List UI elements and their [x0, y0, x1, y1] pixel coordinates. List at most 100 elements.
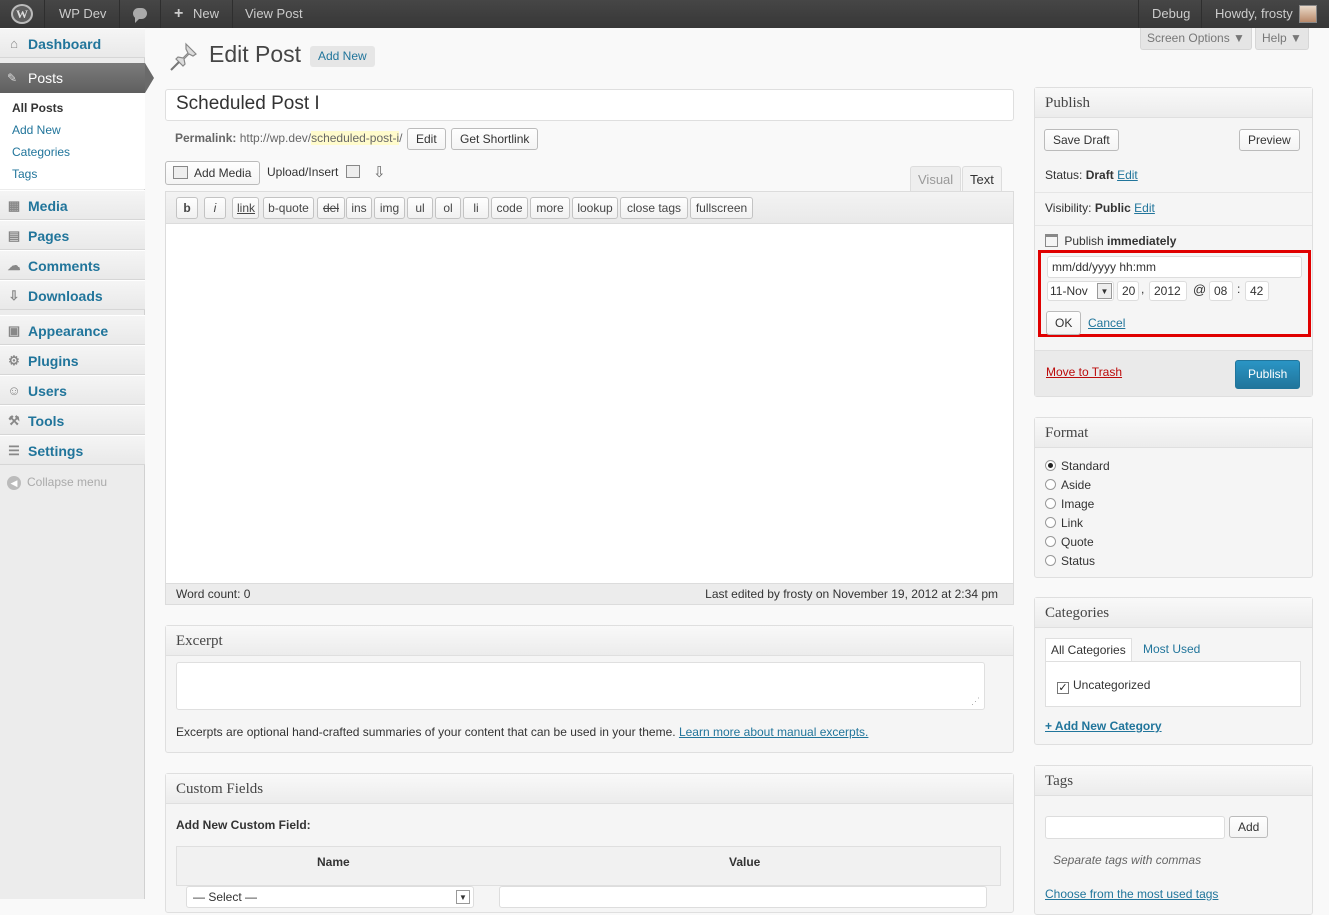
qt-close-tags-button[interactable]: close tags — [620, 197, 688, 219]
format-title[interactable]: Format — [1035, 418, 1312, 448]
save-draft-button[interactable]: Save Draft — [1044, 129, 1119, 151]
content-textarea[interactable] — [166, 225, 1013, 582]
qt-more-button[interactable]: more — [530, 197, 570, 219]
format-option-standard[interactable]: Standard — [1045, 457, 1110, 476]
menu-media[interactable]: ▦ Media — [0, 190, 145, 220]
menu-downloads[interactable]: ⇩ Downloads — [0, 280, 145, 310]
learn-more-link[interactable]: Learn more about manual excerpts. — [679, 725, 868, 739]
qt-ul-button[interactable]: ul — [407, 197, 433, 219]
menu-plugins[interactable]: ⚙ Plugins — [0, 345, 145, 375]
tab-visual[interactable]: Visual — [910, 166, 962, 192]
collapse-menu-button[interactable]: ◀ Collapse menu — [7, 475, 107, 490]
format-option-image[interactable]: Image — [1045, 495, 1110, 514]
qt-link-button[interactable]: link — [232, 197, 259, 219]
qt-blockquote-button[interactable]: b-quote — [263, 197, 314, 219]
qt-del-button[interactable]: del — [317, 197, 345, 219]
category-item[interactable]: ✓ Uncategorized — [1057, 678, 1150, 694]
comments-icon[interactable] — [133, 8, 147, 23]
edit-permalink-button[interactable]: Edit — [407, 128, 446, 150]
tab-text[interactable]: Text — [962, 166, 1002, 192]
radio-button[interactable] — [1045, 555, 1056, 566]
categories-title[interactable]: Categories — [1035, 598, 1312, 628]
format-label: Standard — [1061, 459, 1110, 473]
date-format-input[interactable]: mm/dd/yyyy hh:mm — [1047, 256, 1302, 278]
qt-fullscreen-button[interactable]: fullscreen — [690, 197, 753, 219]
help-button[interactable]: Help ▼ — [1255, 28, 1309, 50]
submenu-categories[interactable]: Categories — [12, 145, 70, 159]
hour-input[interactable]: 08 — [1209, 281, 1233, 301]
radio-button[interactable] — [1045, 479, 1056, 490]
format-label: Link — [1061, 516, 1084, 530]
qt-ol-button[interactable]: ol — [435, 197, 461, 219]
debug-link[interactable]: Debug — [1152, 0, 1190, 28]
format-option-aside[interactable]: Aside — [1045, 476, 1110, 495]
avatar[interactable] — [1299, 5, 1317, 23]
tags-title[interactable]: Tags — [1035, 766, 1312, 796]
qt-bold-button[interactable]: b — [176, 197, 198, 219]
format-option-status[interactable]: Status — [1045, 552, 1110, 571]
custom-field-value-input[interactable] — [499, 886, 987, 908]
view-post-link[interactable]: View Post — [245, 0, 303, 28]
day-input[interactable]: 20 — [1117, 281, 1139, 301]
edit-visibility-link[interactable]: Edit — [1134, 201, 1155, 215]
excerpt-title[interactable]: Excerpt — [166, 626, 1013, 656]
permalink-slug[interactable]: scheduled-post-i — [311, 131, 400, 145]
menu-dashboard[interactable]: ⌂ Dashboard — [0, 28, 145, 58]
ok-button[interactable]: OK — [1046, 311, 1082, 335]
insert-media-icon[interactable] — [346, 165, 360, 178]
account-link[interactable]: Howdy, frosty — [1215, 0, 1293, 28]
qt-ins-button[interactable]: ins — [346, 197, 372, 219]
menu-tools[interactable]: ⚒ Tools — [0, 405, 145, 435]
radio-button[interactable] — [1045, 536, 1056, 547]
screen-options-button[interactable]: Screen Options ▼ — [1140, 28, 1252, 50]
radio-button[interactable] — [1045, 517, 1056, 528]
tab-most-used[interactable]: Most Used — [1143, 642, 1200, 656]
submenu-tags[interactable]: Tags — [12, 167, 37, 181]
qt-li-button[interactable]: li — [463, 197, 489, 219]
qt-code-button[interactable]: code — [491, 197, 528, 219]
resize-handle-icon[interactable]: ⋰ — [971, 696, 980, 707]
add-media-button[interactable]: Add Media — [165, 161, 261, 185]
publish-title[interactable]: Publish — [1035, 88, 1312, 118]
checkbox-checked[interactable]: ✓ — [1057, 682, 1069, 694]
cancel-link[interactable]: Cancel — [1088, 316, 1125, 330]
menu-appearance[interactable]: ▣ Appearance — [0, 315, 145, 345]
menu-comments[interactable]: ☁ Comments — [0, 250, 145, 280]
add-new-post-button[interactable]: Add New — [310, 46, 375, 67]
publish-button[interactable]: Publish — [1235, 360, 1301, 389]
qt-lookup-button[interactable]: lookup — [572, 197, 618, 219]
edit-status-link[interactable]: Edit — [1117, 168, 1138, 182]
custom-fields-title[interactable]: Custom Fields — [166, 774, 1013, 804]
submenu-all-posts[interactable]: All Posts — [12, 101, 63, 115]
submenu-add-new[interactable]: Add New — [12, 123, 61, 137]
new-content-link[interactable]: New — [193, 0, 219, 28]
radio-button[interactable] — [1045, 498, 1056, 509]
site-name-link[interactable]: WP Dev — [59, 0, 106, 28]
preview-button[interactable]: Preview — [1239, 129, 1300, 151]
year-input[interactable]: 2012 — [1149, 281, 1187, 301]
custom-field-select[interactable]: — Select — ▼ — [186, 886, 474, 908]
plus-icon[interactable]: + — [174, 0, 183, 28]
minute-input[interactable]: 42 — [1245, 281, 1269, 301]
excerpt-textarea[interactable]: ⋰ — [176, 662, 985, 710]
get-shortlink-button[interactable]: Get Shortlink — [451, 128, 539, 150]
tab-all-categories[interactable]: All Categories — [1045, 638, 1132, 662]
qt-italic-button[interactable]: i — [204, 197, 226, 219]
wordpress-logo-icon[interactable]: W — [11, 4, 33, 24]
radio-button[interactable] — [1045, 460, 1056, 471]
download-icon[interactable]: ⇩ — [373, 163, 386, 181]
add-tag-button[interactable]: Add — [1229, 816, 1269, 838]
add-new-category-link[interactable]: + Add New Category — [1045, 719, 1162, 733]
menu-settings[interactable]: ☰ Settings — [0, 435, 145, 465]
post-title-input[interactable]: Scheduled Post I — [165, 89, 1014, 121]
month-select[interactable]: 11-Nov ▼ — [1047, 281, 1114, 301]
menu-posts[interactable]: ✎ Posts — [0, 63, 154, 93]
qt-img-button[interactable]: img — [374, 197, 405, 219]
menu-users[interactable]: ☺ Users — [0, 375, 145, 405]
menu-pages[interactable]: ▤ Pages — [0, 220, 145, 250]
tag-input[interactable] — [1045, 816, 1225, 839]
move-to-trash-link[interactable]: Move to Trash — [1046, 365, 1122, 379]
format-option-link[interactable]: Link — [1045, 514, 1110, 533]
format-option-quote[interactable]: Quote — [1045, 533, 1110, 552]
tools-icon: ⚒ — [8, 413, 20, 428]
